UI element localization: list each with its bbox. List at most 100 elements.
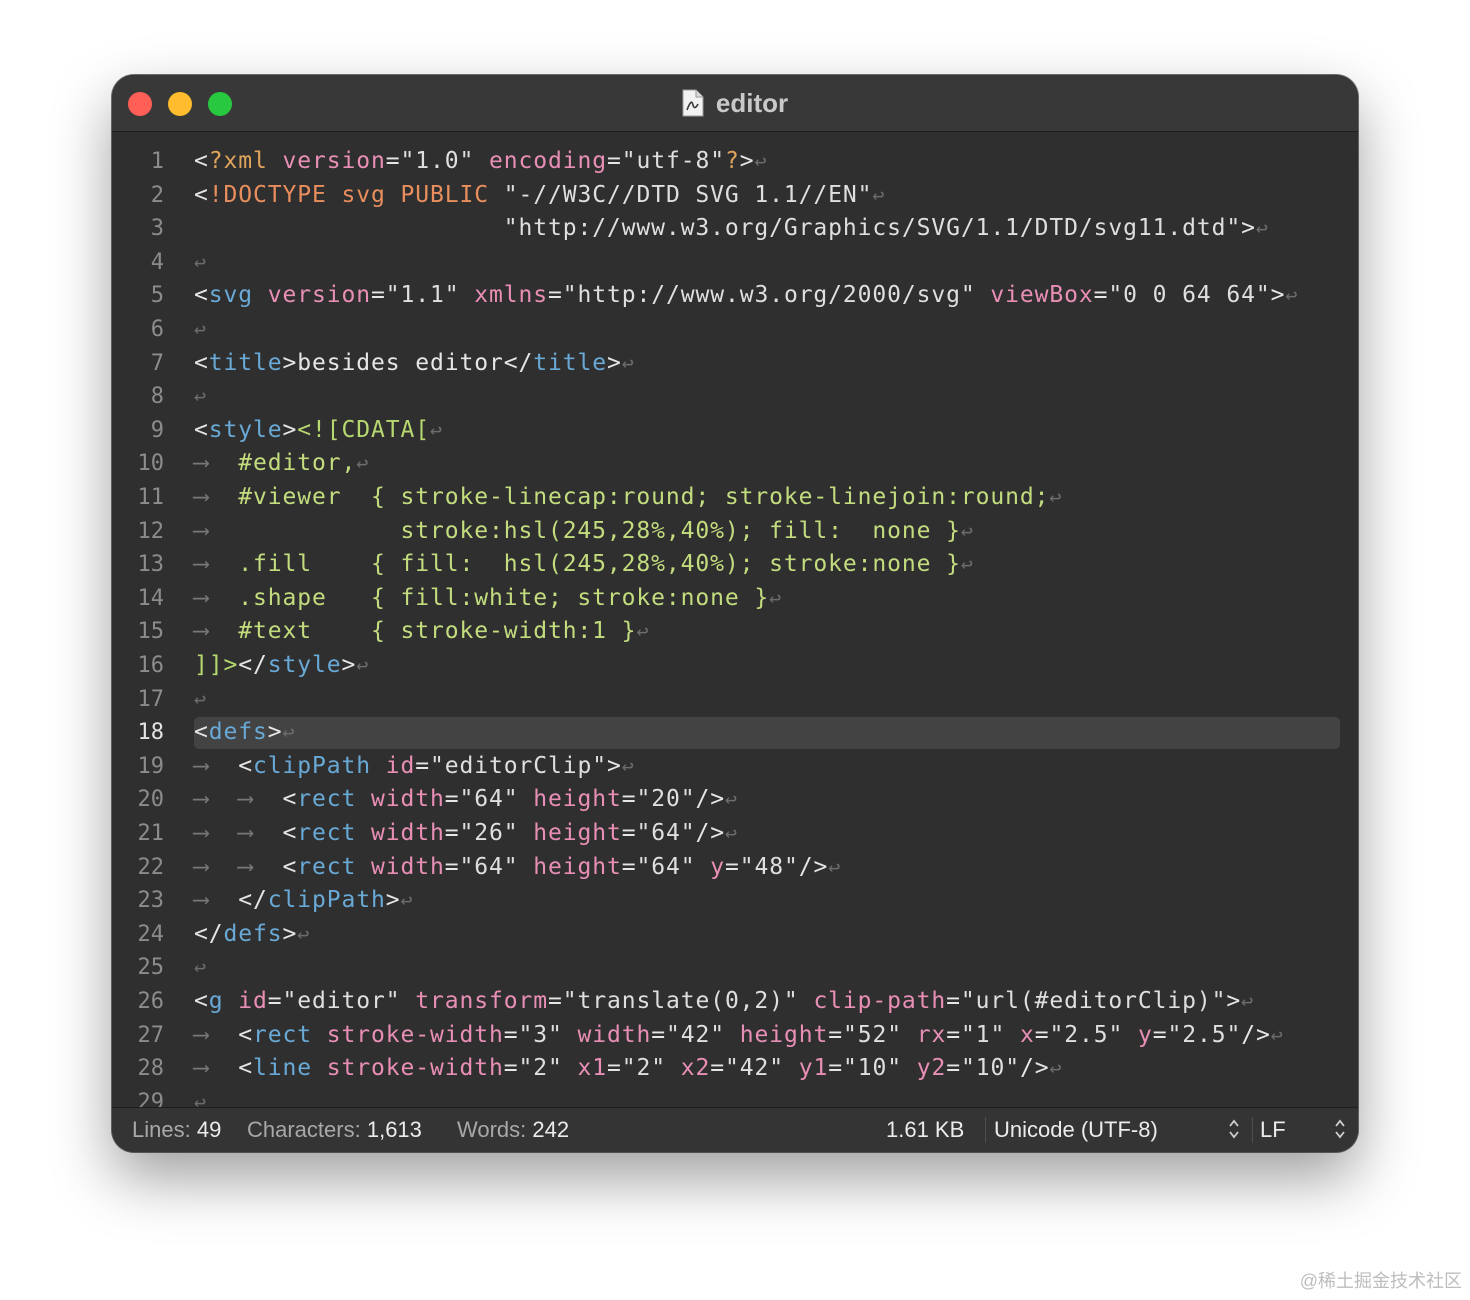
line-number: 16 <box>137 653 165 678</box>
tab-glyph: ⟶ <box>194 584 239 611</box>
line-number: 19 <box>137 753 165 779</box>
code-line[interactable]: 9 <style><![CDATA[↩ <box>112 414 1358 447</box>
word-count: Words: 242 <box>457 1108 569 1152</box>
code-text: ↩ <box>194 951 207 984</box>
return-glyph: ↩ <box>194 955 207 980</box>
return-glyph: ↩ <box>356 653 370 677</box>
code-line[interactable]: 3 "http://www.w3.org/Graphics/SVG/1.1/DT… <box>112 212 1358 245</box>
code-line[interactable]: 1 <?xml version="1.0" encoding="utf-8"?>↩ <box>112 145 1358 178</box>
code-line[interactable]: 16 ]]></style>↩ <box>112 649 1358 682</box>
code-token: .fill { fill: hsl(245,28%,40%); stroke:n… <box>238 551 961 578</box>
code-token: "26" <box>459 820 519 846</box>
code-token: = <box>1152 1021 1168 1048</box>
code-line[interactable]: 13 ⟶ .fill { fill: hsl(245,28%,40%); stro… <box>112 548 1358 581</box>
code-line[interactable]: 15 ⟶ #text { stroke-width:1 }↩ <box>112 615 1358 648</box>
document-icon <box>682 89 704 117</box>
code-line[interactable]: 19 ⟶ <clipPath id="editorClip">↩ <box>112 750 1358 783</box>
code-line[interactable]: 5 <svg version="1.1" xmlns="http://www.w3… <box>112 279 1358 312</box>
code-line[interactable]: 20 ⟶ ⟶ <rect width="64" height="20"/>↩ <box>112 783 1358 816</box>
code-line[interactable]: 21 ⟶ ⟶ <rect width="26" height="64"/>↩ <box>112 817 1358 850</box>
code-token: x1 <box>577 1055 607 1082</box>
code-token: > <box>385 887 401 914</box>
line-number: 8 <box>150 384 164 410</box>
return-glyph: ↩ <box>194 686 207 711</box>
code-token: clipPath <box>253 752 371 779</box>
code-line[interactable]: 22 ⟶ ⟶ <rect width="64" height="64" y="48… <box>112 851 1358 884</box>
title-bar[interactable]: editor <box>112 75 1358 132</box>
line-ending-updown-icon[interactable] <box>1334 1118 1346 1140</box>
code-text: ↩ <box>194 683 207 716</box>
code-line[interactable]: 23 ⟶ </clipPath>↩ <box>112 884 1358 917</box>
code-line[interactable]: 11 ⟶ #viewer { stroke-linecap:round; stro… <box>112 481 1358 514</box>
code-token: clip-path <box>813 988 947 1014</box>
code-line[interactable]: 24 </defs>↩ <box>112 918 1358 951</box>
code-line[interactable]: 8 ↩ <box>112 380 1358 413</box>
code-token: stroke:hsl(245,28%,40%); fill: none } <box>238 517 961 544</box>
code-token: defs <box>208 719 268 746</box>
code-line[interactable]: 14 ⟶ .shape { fill:white; stroke:none }↩ <box>112 582 1358 615</box>
code-token: viewBox <box>990 282 1094 309</box>
code-line[interactable]: 4 ↩ <box>112 246 1358 279</box>
return-glyph: ↩ <box>1049 1056 1063 1081</box>
return-glyph: ↩ <box>429 417 443 442</box>
line-number: 13 <box>137 552 165 578</box>
tab-glyph: ⟶ <box>194 618 239 645</box>
line-number: 28 <box>137 1056 165 1082</box>
code-token: < <box>194 416 209 443</box>
code-token: .shape { fill:white; stroke:none } <box>238 584 770 611</box>
code-line[interactable]: 10 ⟶ #editor,↩ <box>112 447 1358 480</box>
tab-glyph: ⟶ <box>194 517 239 544</box>
code-text: <title>besides editor</title>↩ <box>194 347 635 380</box>
code-line[interactable]: 7 <title>besides editor</title>↩ <box>112 347 1358 380</box>
code-line[interactable]: 25 ↩ <box>112 951 1358 984</box>
code-text: ⟶ <rect stroke-width="3" width="42" heig… <box>194 1019 1284 1052</box>
code-text: ⟶ ⟶ <rect width="26" height="64"/>↩ <box>194 817 738 850</box>
code-line[interactable]: 6 ↩ <box>112 313 1358 346</box>
encoding-updown-icon[interactable] <box>1228 1118 1240 1140</box>
encoding-value: Unicode (UTF-8) <box>994 1117 1158 1142</box>
code-token: = <box>444 820 460 846</box>
code-line[interactable]: 18 <defs>↩ <box>112 716 1358 750</box>
code-token: = <box>946 1055 961 1082</box>
code-text: <g id="editor" transform="translate(0,2)… <box>194 985 1254 1018</box>
code-token: "52" <box>842 1021 902 1048</box>
code-line[interactable]: 28 ⟶ <line stroke-width="2" x1="2" x2="42… <box>112 1052 1358 1085</box>
code-text: ⟶ stroke:hsl(245,28%,40%); fill: none }↩ <box>194 515 974 548</box>
code-text: <style><![CDATA[↩ <box>194 414 443 447</box>
code-token: > <box>282 416 298 443</box>
code-token: title <box>533 349 607 376</box>
code-line[interactable]: 12 ⟶ stroke:hsl(245,28%,40%); fill: none … <box>112 515 1358 548</box>
code-line[interactable]: 29 ↩ <box>112 1086 1358 1107</box>
tab-glyph: ⟶ <box>194 1021 239 1048</box>
code-text: ⟶ .fill { fill: hsl(245,28%,40%); stroke… <box>194 548 974 581</box>
code-text: ]]></style>↩ <box>194 649 369 682</box>
code-token: rect <box>297 820 357 846</box>
return-glyph: ↩ <box>194 1089 207 1107</box>
code-editor[interactable]: 1 <?xml version="1.0" encoding="utf-8"?>↩… <box>112 132 1358 1107</box>
code-text: <!DOCTYPE svg PUBLIC "-//W3C//DTD SVG 1.… <box>194 179 885 212</box>
code-token: = <box>370 282 386 309</box>
code-token: = <box>946 988 961 1014</box>
code-token: "10" <box>960 1055 1020 1082</box>
code-text: ⟶ #text { stroke-width:1 }↩ <box>194 615 649 648</box>
code-token: y2 <box>916 1055 947 1082</box>
line-number: 1 <box>150 149 164 174</box>
code-token: </ <box>238 652 268 678</box>
code-token: < <box>282 820 298 846</box>
code-line[interactable]: 17 ↩ <box>112 683 1358 716</box>
code-token: ]]> <box>194 652 239 678</box>
code-token: "0 0 64 64" <box>1108 282 1271 309</box>
code-token: style <box>208 416 283 443</box>
encoding-popup[interactable]: Unicode (UTF-8) <box>994 1108 1246 1152</box>
code-line[interactable]: 27 ⟶ <rect stroke-width="3" width="42" he… <box>112 1019 1358 1052</box>
code-line[interactable]: 26 <g id="editor" transform="translate(0,… <box>112 985 1358 1018</box>
code-line[interactable]: 2 <!DOCTYPE svg PUBLIC "-//W3C//DTD SVG 1… <box>112 179 1358 212</box>
return-glyph: ↩ <box>194 384 207 409</box>
